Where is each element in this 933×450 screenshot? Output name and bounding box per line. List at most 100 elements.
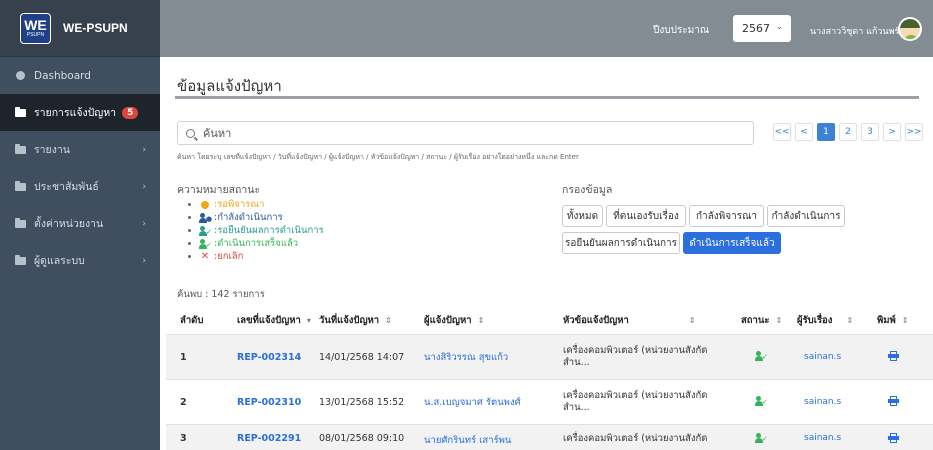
issue-id-link[interactable]: REP-002314	[224, 352, 319, 363]
sidebar-item-label: ประชาสัมพันธ์	[34, 181, 99, 193]
page-next-button[interactable]: >	[883, 123, 901, 141]
sidebar-item-issues[interactable]: รายการแจ้งปัญหา 5	[0, 94, 160, 131]
sidebar-item-dashboard[interactable]: Dashboard	[0, 57, 160, 94]
issues-count-badge: 5	[122, 106, 139, 119]
col-header-id[interactable]: เลขที่แจ้งปัญหา ▾	[224, 313, 319, 328]
filter-all-button[interactable]: ทั้งหมด	[562, 205, 603, 227]
legend-item-cancelled: ✕ :ยกเลิก	[188, 250, 324, 263]
chevron-right-icon: ›	[142, 218, 146, 229]
filter-considering-button[interactable]: กำลังพิจารณา	[689, 205, 764, 227]
col-header-status[interactable]: สถานะ ⇕	[737, 313, 797, 328]
status-legend-title: ความหมายสถานะ	[177, 184, 261, 196]
fiscal-year-value: 2567	[742, 22, 770, 35]
col-header-no[interactable]: ลำดับ	[166, 313, 224, 328]
filter-awaiting-confirm-button[interactable]: รอยืนยันผลการดำเนินการ	[562, 232, 680, 254]
table-row[interactable]: 1 REP-002314 14/01/2568 14:07 นางสิริวรร…	[166, 334, 933, 379]
sidebar-item-label: รายงาน	[34, 144, 70, 156]
sidebar-item-label: รายการแจ้งปัญหา	[34, 107, 117, 119]
page-1-button[interactable]: 1	[817, 123, 835, 141]
sidebar-item-label: ตั้งค่าหน่วยงาน	[34, 218, 104, 230]
logo-text: WE	[24, 17, 47, 33]
table-row[interactable]: 3 REP-002291 08/01/2568 09:10 นายศักรินท…	[166, 424, 933, 450]
user-cog-icon: ●	[199, 212, 212, 223]
pagination: << < 1 2 3 > >>	[773, 123, 923, 141]
brand-name: WE-PSUPN	[63, 21, 128, 35]
result-count: ค้นพบ : 142 รายการ	[177, 289, 265, 300]
status-legend: :รอพิจารณา ● :กำลังดำเนินการ ✓ :รอยืนยัน…	[188, 198, 324, 263]
row-no: 2	[180, 396, 187, 408]
folder-icon	[14, 143, 26, 154]
chevron-right-icon: ›	[142, 181, 146, 192]
status-done-icon: ✓	[737, 433, 797, 446]
issue-subject: เครื่องคอมพิวเตอร์ (หน่วยงานสังกัด สำน...	[563, 390, 708, 413]
logo-subtext: PSUPN	[26, 32, 45, 38]
print-icon[interactable]	[877, 433, 933, 446]
page-last-button[interactable]: >>	[905, 123, 923, 141]
status-done-icon: ✓	[737, 350, 797, 364]
col-header-reporter[interactable]: ผู้แจ้งปัญหา ⇕	[424, 313, 563, 328]
folder-icon	[14, 254, 26, 265]
issue-id-link[interactable]: REP-002291	[224, 433, 319, 444]
brand[interactable]: WE PSUPN WE-PSUPN	[0, 0, 160, 57]
sidebar-item-announcements[interactable]: ประชาสัมพันธ์ ›	[0, 168, 160, 205]
filter-mine-button[interactable]: ที่ตนเองรับเรื่อง	[606, 205, 686, 227]
issue-date: 08/01/2568 09:10	[319, 433, 405, 444]
sidebar-item-label: ผู้ดูแลระบบ	[34, 255, 85, 267]
topbar: ปีงบประมาณ 2567 ⌄ นางสาววิชุดา แก้วนพรัต…	[160, 0, 933, 57]
legend-item-done: ✓ :ดำเนินการเสร็จแล้ว	[188, 237, 324, 250]
col-header-assignee[interactable]: ผู้รับเรื่อง ⇕	[797, 313, 877, 328]
search-input[interactable]: ค้นหา	[177, 121, 754, 145]
sort-icon: ⇕	[901, 316, 909, 325]
main-content: ข้อมูลแจ้งปัญหา ค้นหา ค้นหา โดยระบุ เลขท…	[160, 57, 933, 450]
reporter-link[interactable]: นางสิริวรรณ สุขแก้ว	[424, 350, 563, 365]
table-header: ลำดับ เลขที่แจ้งปัญหา ▾ วันที่แจ้งปัญหา ⇕ …	[166, 307, 933, 334]
sidebar: WE PSUPN WE-PSUPN Dashboard รายการแจ้งปั…	[0, 0, 160, 450]
issue-id-link[interactable]: REP-002310	[224, 397, 319, 408]
print-icon[interactable]	[877, 350, 933, 364]
sort-icon: ⇕	[688, 315, 696, 325]
fiscal-year-select[interactable]: 2567 ⌄	[733, 15, 791, 42]
filter-done-button[interactable]: ดำเนินการเสร็จแล้ว	[683, 232, 781, 254]
user-name[interactable]: นางสาววิชุดา แก้วนพรัตน์	[810, 24, 911, 38]
filter-title: กรองข้อมูล	[562, 184, 613, 196]
filter-in-progress-button[interactable]: กำลังดำเนินการ	[767, 205, 845, 227]
table-row[interactable]: 2 REP-002310 13/01/2568 15:52 น.ส.เบญจมา…	[166, 379, 933, 424]
sort-icon: ⇕	[775, 316, 783, 325]
status-done-icon: ✓	[737, 395, 797, 409]
col-header-print[interactable]: พิมพ์ ⇕	[877, 313, 933, 328]
issues-table: ลำดับ เลขที่แจ้งปัญหา ▾ วันที่แจ้งปัญหา ⇕ …	[166, 307, 933, 450]
chevron-right-icon: ›	[142, 255, 146, 266]
sidebar-item-reports[interactable]: รายงาน ›	[0, 131, 160, 168]
page-3-button[interactable]: 3	[861, 123, 879, 141]
assignee-link[interactable]: sainan.s	[797, 433, 877, 443]
user-check-icon: ✓	[199, 225, 212, 236]
user-check-icon: ✓	[199, 238, 212, 249]
legend-text: :ยกเลิก	[214, 251, 244, 262]
dashboard-icon	[14, 71, 26, 80]
folder-icon	[14, 106, 26, 117]
reporter-link[interactable]: นายศักรินทร์ เสาร์พน	[424, 433, 563, 448]
search-placeholder: ค้นหา	[203, 127, 232, 140]
sidebar-item-admin[interactable]: ผู้ดูแลระบบ ›	[0, 242, 160, 279]
avatar[interactable]	[898, 17, 922, 41]
page-title: ข้อมูลแจ้งปัญหา	[177, 77, 282, 95]
chevron-down-icon: ⌄	[775, 22, 783, 32]
page-first-button[interactable]: <<	[773, 123, 791, 141]
sort-icon: ⇕	[477, 316, 485, 325]
page-2-button[interactable]: 2	[839, 123, 857, 141]
page-prev-button[interactable]: <	[795, 123, 813, 141]
issue-date: 14/01/2568 14:07	[319, 351, 405, 363]
row-no: 1	[180, 351, 187, 363]
x-icon: ✕	[200, 251, 210, 262]
col-header-subject[interactable]: หัวข้อแจ้งปัญหา ⇕	[563, 315, 737, 327]
sidebar-item-label: Dashboard	[34, 69, 91, 82]
assignee-link[interactable]: sainan.s	[797, 352, 877, 362]
assignee-link[interactable]: sainan.s	[797, 397, 877, 407]
col-header-date[interactable]: วันที่แจ้งปัญหา ⇕	[319, 313, 424, 328]
sort-desc-icon: ▾	[306, 316, 311, 325]
search-icon	[186, 128, 195, 138]
issue-date: 13/01/2568 15:52	[319, 396, 405, 408]
reporter-link[interactable]: น.ส.เบญจมาศ รัตนพงศ์	[424, 395, 563, 410]
print-icon[interactable]	[877, 395, 933, 409]
sidebar-item-unit-settings[interactable]: ตั้งค่าหน่วยงาน ›	[0, 205, 160, 242]
